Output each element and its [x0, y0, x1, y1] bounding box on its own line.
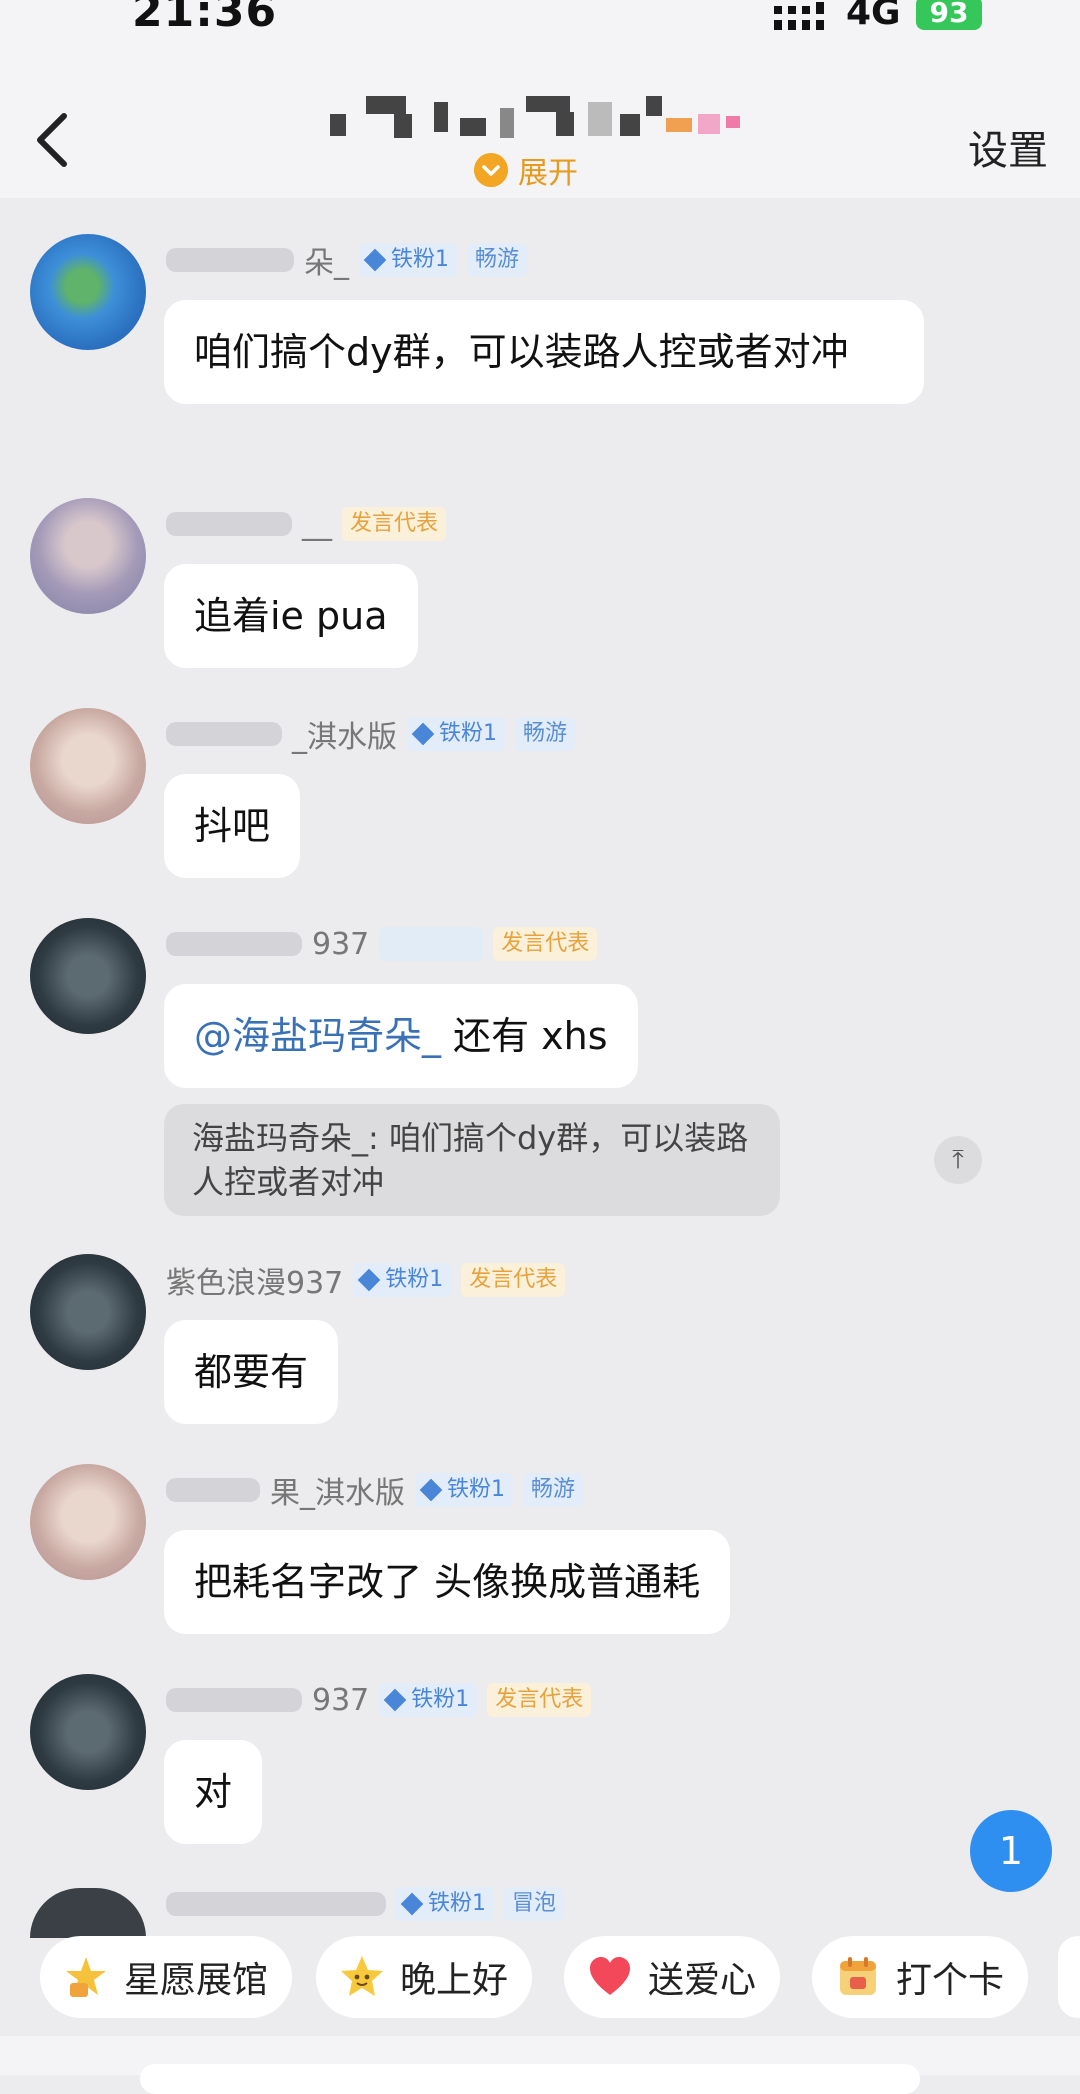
message-bubble[interactable]: 把耗名字改了 头像换成普通耗 [164, 1530, 731, 1634]
fan-level-badge: 铁粉1 [396, 1887, 494, 1921]
fan-level-badge: 铁粉1 [379, 1683, 478, 1717]
expand-label: 展开 [518, 156, 578, 191]
sender-meta: 紫色浪漫937 铁粉1 发言代表 [166, 1260, 566, 1301]
sender-meta: 果_淇水版 铁粉1 畅游 [166, 1470, 584, 1511]
quick-action-good-evening[interactable]: 晚上好 [316, 1936, 533, 2018]
avatar[interactable] [30, 1464, 146, 1580]
sender-meta: 937 发言代表 [166, 924, 598, 964]
heart-icon [590, 1957, 630, 1995]
quick-action-star-wish[interactable]: 星愿展馆 [40, 1936, 293, 2018]
sender-name-blurred [166, 512, 292, 536]
chevron-down-icon [474, 153, 508, 187]
star-wish-icon [66, 1957, 106, 1997]
sender-name: __ [302, 506, 332, 542]
speaker-role-badge: 发言代表 [493, 927, 598, 961]
activity-badge: 畅游 [467, 243, 528, 277]
quick-action-more-partial[interactable] [1058, 1936, 1080, 2018]
sender-name-blurred [166, 1892, 386, 1916]
quick-action-bar: 星愿展馆 晚上好 送爱心 打个卡 [0, 1936, 1080, 2024]
star-face-icon [341, 1956, 383, 1996]
signal-icon [774, 2, 824, 30]
message-bubble[interactable]: @海盐玛奇朵_ 还有 xhs [164, 984, 638, 1088]
message-bubble[interactable]: 都要有 [164, 1320, 339, 1424]
activity-badge: 畅游 [515, 717, 576, 751]
sender-meta: __ 发言代表 [166, 504, 447, 544]
sender-meta: 铁粉1 冒泡 [166, 1884, 565, 1924]
quick-action-label: 送爱心 [648, 1960, 757, 2001]
fan-level-badge: 铁粉1 [415, 1473, 513, 1507]
network-type: 4G [846, 0, 901, 33]
message-input-bar [0, 2036, 1080, 2094]
message-bubble[interactable]: 对 [164, 1740, 263, 1844]
sender-name-blurred [166, 248, 294, 272]
chat-message-list[interactable]: 朵_ 铁粉1 畅游 咱们搞个dy群，可以装路人控或者对冲 __ 发言代表 追着i… [0, 198, 1080, 1938]
battery-indicator: 93 [916, 0, 982, 30]
avatar[interactable] [30, 498, 146, 614]
sender-name: 果_淇水版 [270, 1476, 405, 1511]
message-bubble[interactable]: 咱们搞个dy群，可以装路人控或者对冲 [164, 300, 924, 404]
status-time: 21:36 [132, 0, 278, 37]
sender-name: 紫色浪漫937 [166, 1266, 344, 1301]
quick-action-check-in[interactable]: 打个卡 [812, 1936, 1029, 2018]
settings-button[interactable]: 设置 [968, 118, 1048, 176]
avatar[interactable] [30, 708, 146, 824]
quoted-reply[interactable]: 海盐玛奇朵_: 咱们搞个dy群，可以装路人控或者对冲 [164, 1104, 780, 1216]
chat-header: 展开 设置 [0, 40, 1080, 198]
message-text: 还有 xhs [441, 1014, 608, 1058]
avatar[interactable] [30, 1674, 146, 1790]
avatar[interactable] [30, 918, 146, 1034]
message-input[interactable] [140, 2064, 920, 2094]
sender-meta: 朵_ 铁粉1 畅游 [166, 240, 528, 281]
sender-name-blurred [166, 932, 302, 956]
fan-level-badge: 铁粉1 [407, 717, 505, 751]
blurred-badge [379, 927, 484, 961]
message-bubble[interactable]: 抖吧 [164, 774, 301, 878]
sender-name-blurred [166, 722, 282, 746]
sender-name: _淇水版 [292, 720, 397, 755]
activity-badge: 畅游 [523, 1473, 584, 1507]
jump-to-quote-icon[interactable]: ⤒ [934, 1136, 982, 1184]
status-bar: 21:36 4G 93 [0, 0, 1080, 40]
sender-name-blurred [166, 1688, 302, 1712]
sender-name-blurred [166, 1478, 260, 1502]
avatar[interactable] [30, 1254, 146, 1370]
expand-toggle[interactable]: 展开 [474, 148, 578, 192]
quick-action-label: 星愿展馆 [124, 1960, 269, 2001]
mention-link[interactable]: @海盐玛奇朵_ [194, 1014, 441, 1058]
back-arrow-icon[interactable] [30, 110, 80, 170]
fan-level-badge: 铁粉1 [359, 243, 457, 277]
quick-action-label: 晚上好 [400, 1960, 509, 2001]
unread-count-button[interactable]: 1 [970, 1810, 1052, 1892]
sender-name: 937 [312, 1682, 370, 1718]
sender-name: 朵_ [304, 246, 349, 281]
quick-action-send-love[interactable]: 送爱心 [564, 1936, 781, 2018]
fan-level-badge: 铁粉1 [353, 1263, 452, 1297]
activity-badge: 冒泡 [504, 1887, 565, 1921]
calendar-checkin-icon [840, 1957, 876, 1995]
avatar[interactable] [30, 1888, 146, 1938]
speaker-role-badge: 发言代表 [461, 1263, 566, 1297]
avatar[interactable] [30, 234, 146, 350]
group-title-pixelated [330, 88, 750, 156]
message-bubble[interactable]: 追着ie pua [164, 564, 418, 668]
sender-meta: _淇水版 铁粉1 畅游 [166, 714, 576, 755]
sender-name: 937 [312, 926, 370, 962]
sender-meta: 937 铁粉1 发言代表 [166, 1680, 592, 1720]
quick-action-label: 打个卡 [896, 1960, 1005, 2001]
speaker-role-badge: 发言代表 [487, 1683, 592, 1717]
speaker-role-badge: 发言代表 [342, 507, 447, 541]
